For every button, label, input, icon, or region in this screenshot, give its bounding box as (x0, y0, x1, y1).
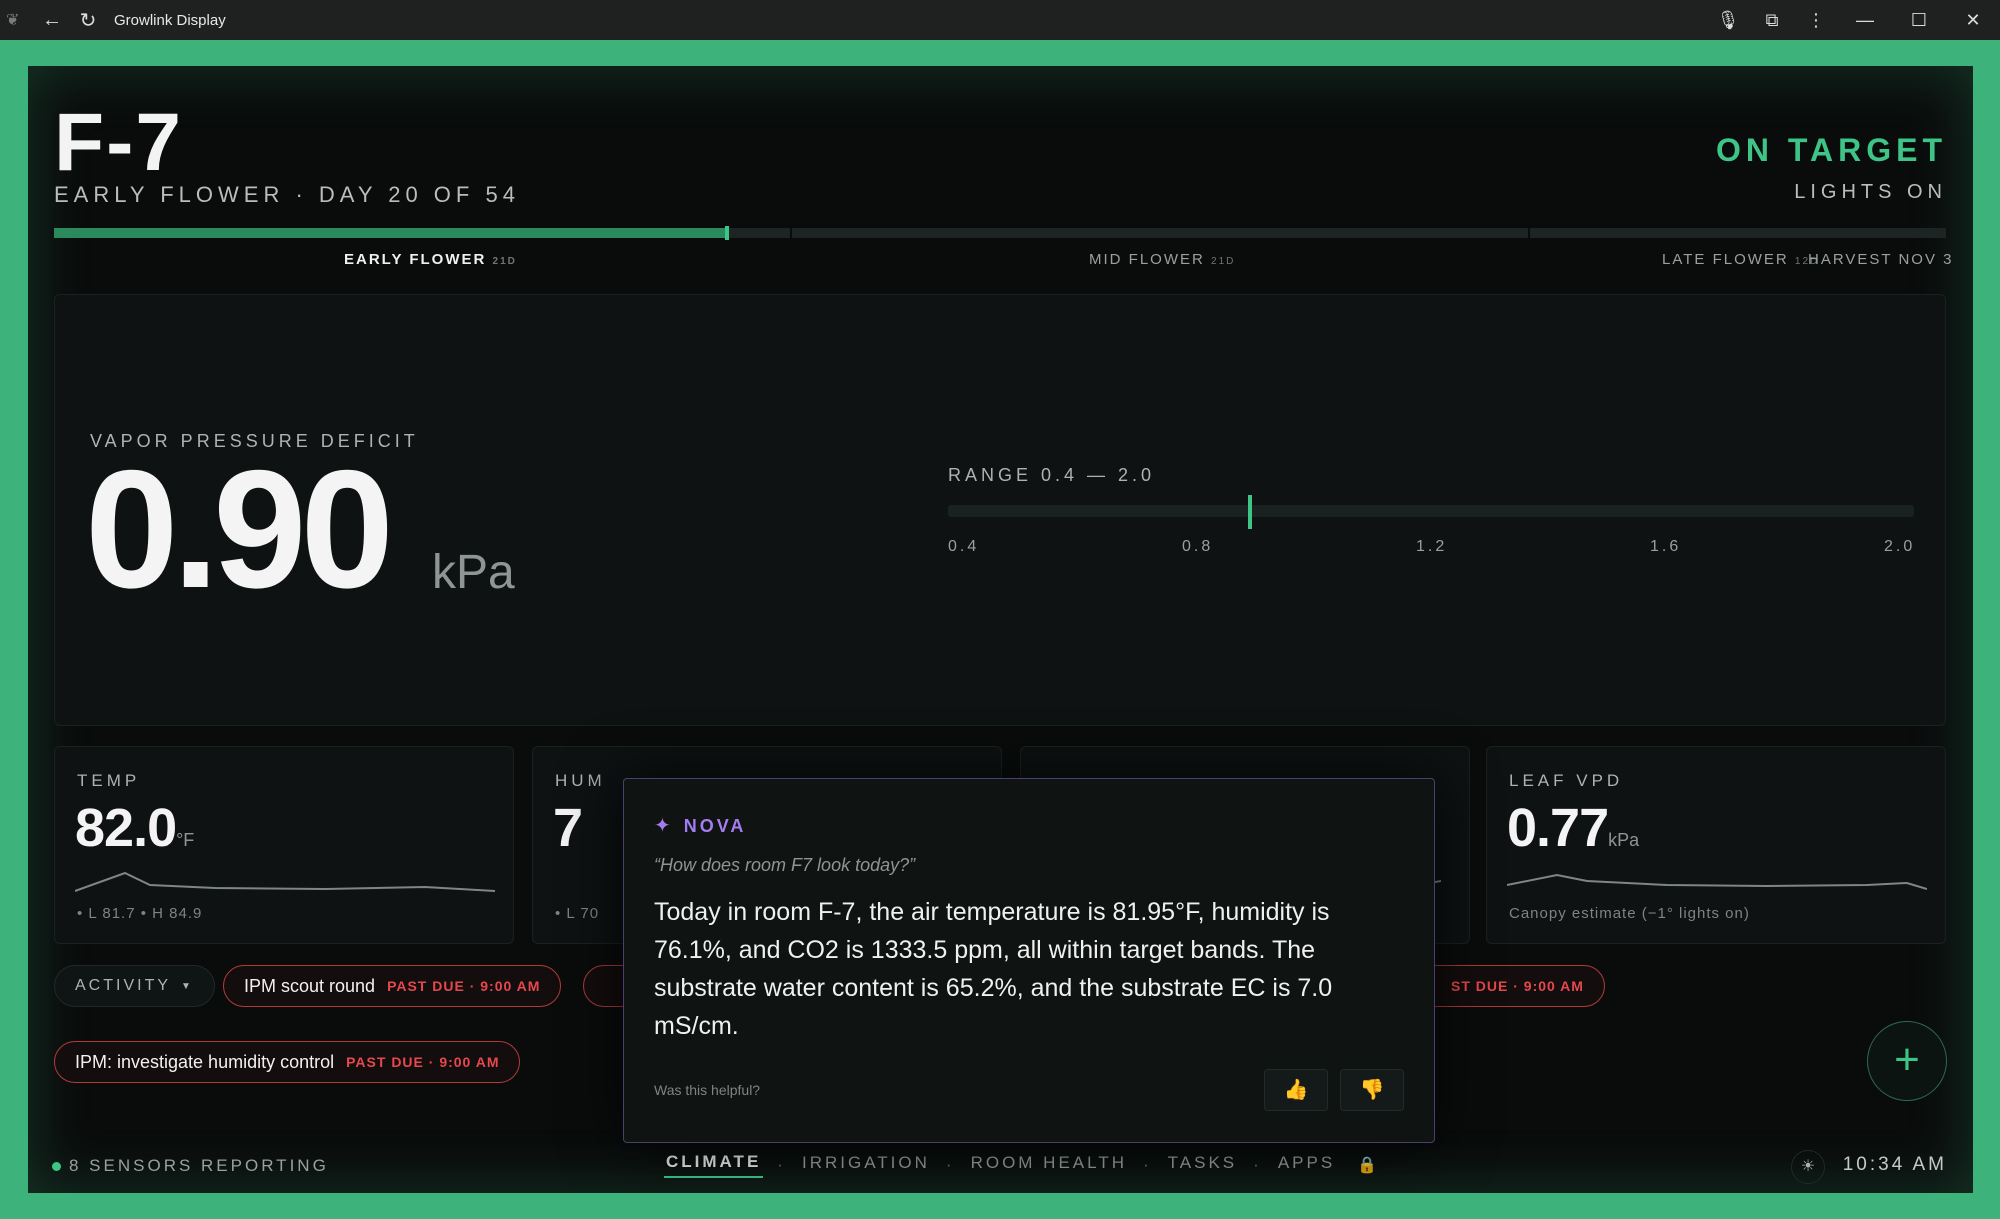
extension-icon[interactable]: ⧉ (1750, 10, 1794, 31)
range-marker (1247, 495, 1252, 529)
thumbs-down-button[interactable]: 👎 (1340, 1069, 1404, 1111)
activity-label: ACTIVITY (75, 977, 172, 994)
lights-status: LIGHTS ON (1794, 181, 1947, 203)
brightness-icon[interactable]: ☀ (1791, 1150, 1825, 1184)
timeline-segment-late (1530, 228, 1946, 238)
humidity-range: • L 70 (555, 905, 600, 922)
temp-range: • L 81.7 • H 84.9 (77, 905, 203, 922)
temp-value: 82.0°F (75, 798, 195, 858)
close-icon[interactable]: ✕ (1946, 10, 2000, 31)
reload-icon[interactable]: ↻ (70, 8, 106, 33)
window-title: Growlink Display (114, 11, 226, 29)
chevron-down-icon: ▼ (181, 980, 194, 992)
vpd-panel: VAPOR PRESSURE DEFICIT 0.90 kPa RANGE 0.… (54, 294, 1946, 726)
timeline-segment-mid (792, 228, 1528, 238)
task-chip[interactable]: IPM scout round PAST DUE · 9:00 AM (223, 965, 562, 1007)
range-bar (948, 495, 1914, 529)
back-arrow-icon[interactable]: ← (34, 9, 70, 32)
tab-room-health[interactable]: ROOM HEALTH (969, 1153, 1129, 1177)
separator-dot: · (945, 1155, 955, 1174)
timeline-progress (54, 228, 726, 238)
range-label: RANGE 0.4 — 2.0 (948, 465, 1156, 485)
range-tick: 1.6 (1650, 538, 1682, 555)
tab-irrigation[interactable]: IRRIGATION (800, 1153, 932, 1177)
display-screen: F-7 EARLY FLOWER · DAY 20 OF 54 ON TARGE… (28, 66, 1973, 1193)
humidity-value: 7 (553, 798, 583, 858)
status-dot-icon (52, 1162, 61, 1171)
temp-label: TEMP (77, 771, 141, 790)
leaf-vpd-sparkline (1507, 873, 1927, 890)
activity-dropdown[interactable]: ACTIVITY ▼ (54, 965, 215, 1007)
nova-header: ✦ NOVA (654, 815, 747, 837)
range-tick: 1.2 (1416, 538, 1448, 555)
room-title: F-7 (54, 97, 183, 188)
stage-timeline (54, 226, 1946, 240)
separator-dot: · (777, 1155, 786, 1174)
stage-label-early: EARLY FLOWER 21D (344, 251, 517, 268)
nova-query: “How does room F7 look today?” (654, 855, 916, 875)
nova-assistant-popup: ✦ NOVA “How does room F7 look today?” Tod… (623, 778, 1435, 1143)
vpd-unit: kPa (432, 546, 515, 599)
separator-dot: · (1142, 1155, 1152, 1174)
menu-icon[interactable]: ⋮ (1794, 10, 1838, 31)
tab-climate[interactable]: CLIMATE (664, 1152, 764, 1178)
tab-tasks[interactable]: TASKS (1166, 1153, 1239, 1177)
temp-unit: °F (176, 830, 195, 850)
sparkle-icon: ✦ (654, 815, 674, 837)
status-indicator: ON TARGET (1715, 132, 1947, 168)
tab-apps[interactable]: APPS (1276, 1153, 1337, 1177)
maximize-icon[interactable]: ☐ (1892, 10, 1946, 31)
stage-label-mid: MID FLOWER 21D (1089, 251, 1236, 268)
microphone-icon[interactable]: 🎙 (1706, 10, 1750, 31)
bottom-nav: CLIMATE · IRRIGATION · ROOM HEALTH · TAS… (664, 1152, 1380, 1178)
harvest-label: HARVEST NOV 3 (1808, 251, 1954, 268)
nova-answer: Today in room F-7, the air temperature i… (654, 898, 1333, 1040)
temp-card[interactable]: TEMP 82.0°F • L 81.7 • H 84.9 (54, 746, 514, 944)
task-title: IPM: investigate humidity control (75, 1051, 335, 1072)
leaf-vpd-value: 0.77kPa (1507, 798, 1640, 858)
helpful-prompt: Was this helpful? (654, 1082, 761, 1098)
task-chip[interactable]: IPM: investigate humidity control PAST D… (54, 1041, 521, 1083)
stage-subtitle: EARLY FLOWER · DAY 20 OF 54 (54, 182, 520, 207)
thumbs-up-icon: 👍 (1283, 1079, 1309, 1101)
timeline-segment-early (726, 228, 790, 238)
browser-titlebar: ❦ ← ↻ Growlink Display 🎙 ⧉ ⋮ — ☐ ✕ (0, 0, 2000, 40)
range-tick: 2.0 (1884, 538, 1916, 555)
thumbs-up-button[interactable]: 👍 (1264, 1069, 1328, 1111)
lock-icon[interactable]: 🔒 (1357, 1155, 1380, 1175)
vpd-value: 0.90 (85, 435, 394, 623)
clock: 10:34 AM (1842, 1154, 1947, 1175)
task-due: PAST DUE · 9:00 AM (387, 978, 541, 994)
timeline-marker (725, 226, 729, 240)
leaf-vpd-card[interactable]: LEAF VPD 0.77kPa Canopy estimate (−1° li… (1486, 746, 1946, 944)
humidity-label: HUM (555, 771, 606, 790)
thumbs-down-icon: 👎 (1359, 1079, 1385, 1101)
separator-dot: · (1253, 1155, 1262, 1174)
sensors-status: 8 SENSORS REPORTING (52, 1156, 329, 1176)
task-due: ST DUE · 9:00 AM (1451, 978, 1584, 994)
leaf-icon: ❦ (6, 12, 20, 29)
range-tick: 0.4 (948, 538, 980, 555)
leaf-vpd-note: Canopy estimate (−1° lights on) (1509, 905, 1750, 922)
minimize-icon[interactable]: — (1838, 10, 1892, 31)
leaf-vpd-label: LEAF VPD (1509, 771, 1624, 790)
leaf-vpd-unit: kPa (1608, 830, 1640, 850)
range-tick: 0.8 (1182, 538, 1214, 555)
task-title: IPM scout round (244, 975, 376, 996)
add-button[interactable]: + (1867, 1021, 1947, 1101)
stage-label-late: LATE FLOWER 12D (1662, 251, 1820, 268)
temp-sparkline (75, 871, 495, 892)
task-due: PAST DUE · 9:00 AM (346, 1054, 500, 1070)
